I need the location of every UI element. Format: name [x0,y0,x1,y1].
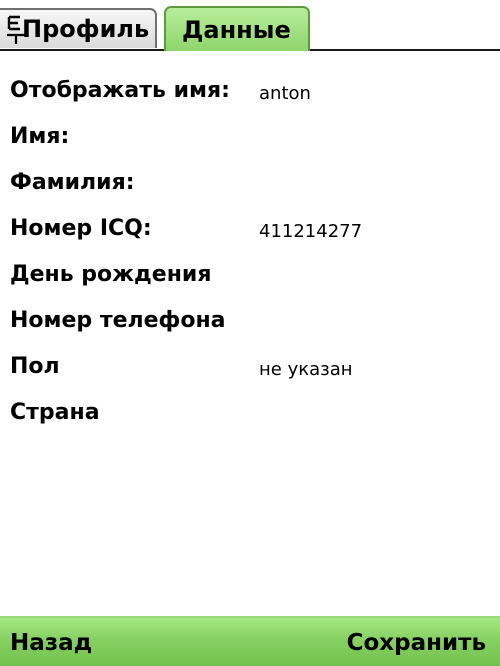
softkey-bar: Назад Сохранить [0,616,500,666]
tab-profile[interactable]: Профиль [0,8,157,48]
field-label: Страна [10,400,100,425]
tab-data[interactable]: Данные [164,6,310,51]
field-label: Пол [10,354,60,379]
field-label: Номер ICQ: [10,216,152,241]
tab-strip: Профиль Данные [0,0,500,52]
field-gender[interactable]: Пол не указан [0,346,500,392]
field-value: anton [259,83,311,104]
tab-data-label: Данные [182,16,291,44]
field-country[interactable]: Страна [0,392,500,438]
field-label: Номер телефона [10,308,226,333]
field-value: 411214277 [259,221,363,242]
field-value: не указан [259,359,353,380]
field-phone-number[interactable]: Номер телефона [0,300,500,346]
field-icq-number[interactable]: Номер ICQ: 411214277 [0,208,500,254]
field-label: Имя: [10,124,70,149]
field-label: Фамилия: [10,170,135,195]
save-button[interactable]: Сохранить [347,626,486,660]
field-display-name[interactable]: Отображать имя: anton [0,70,500,116]
field-label: День рождения [10,262,212,287]
field-birthday[interactable]: День рождения [0,254,500,300]
e-underline-icon [7,15,25,44]
field-label: Отображать имя: [10,78,230,103]
tab-profile-label: Профиль [22,15,150,43]
back-button[interactable]: Назад [10,626,92,660]
details-list: Отображать имя: anton Имя: Фамилия: Номе… [0,70,500,438]
field-last-name[interactable]: Фамилия: [0,162,500,208]
field-first-name[interactable]: Имя: [0,116,500,162]
